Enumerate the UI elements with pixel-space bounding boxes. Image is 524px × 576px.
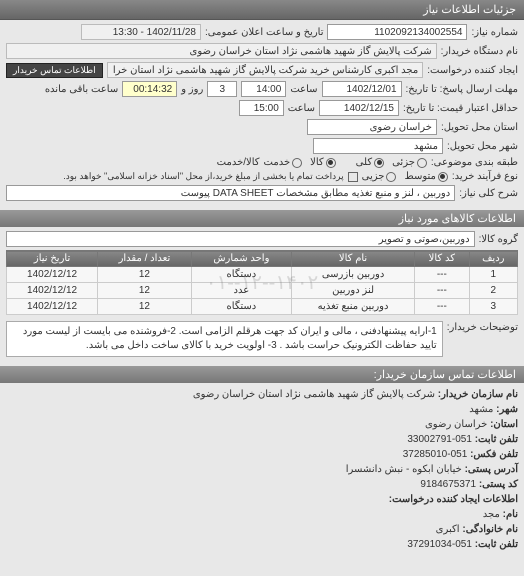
deadline-date-field: 1402/12/01: [322, 81, 402, 97]
time-left-suffix: ساعت باقی مانده: [45, 84, 118, 95]
delivery-prov-field: خراسان رضوی: [307, 119, 437, 135]
radio-partial-label: جزئی: [392, 157, 415, 168]
radio-partial[interactable]: جزئی: [392, 157, 427, 168]
phone-value: 051-37291034: [407, 539, 472, 550]
table-row: 2 --- لنز دوربین عدد 12 1402/12/12: [7, 283, 518, 299]
prov-value: خراسان رضوی: [425, 419, 487, 430]
delivery-city-field: مشهد: [313, 138, 443, 154]
delivery-prov-label: استان محل تحویل:: [441, 122, 518, 133]
city-value: مشهد: [469, 404, 493, 415]
prov-label: استان:: [490, 419, 518, 430]
addr-label: آدرس پستی:: [465, 464, 518, 475]
announce-field: 1402/11/28 - 13:30: [81, 24, 201, 40]
radio-goods[interactable]: کالا: [310, 157, 336, 168]
partial-label: طبقه بندی موضوعی:: [431, 157, 518, 168]
desc-label: شرح کلی نیاز:: [459, 188, 518, 199]
announce-label: تاریخ و ساعت اعلان عمومی:: [205, 27, 324, 38]
payment-type-label: نوع فرآیند خرید:: [452, 171, 518, 182]
radio-goods-label: کالا: [310, 157, 324, 168]
requester-label: ایجاد کننده درخواست:: [427, 65, 518, 76]
city-label: شهر:: [496, 404, 518, 415]
radio-payment-partial-label: جزیی: [362, 171, 385, 182]
contact-section: نام سازمان خریدار: شرکت پالایش گاز شهید …: [0, 383, 524, 556]
buyer-note-label: توضیحات خریدار:: [447, 319, 518, 333]
col-row: ردیف: [469, 251, 517, 267]
fax-label: تلفن فکس:: [470, 449, 518, 460]
table-row: 3 --- دوربین منبع تغذیه دستگاه 12 1402/1…: [7, 299, 518, 315]
radio-total[interactable]: کلی: [356, 157, 384, 168]
post-value: 9184675371: [420, 479, 476, 490]
post-label: کد پستی:: [479, 479, 518, 490]
col-date: تاریخ نیاز: [7, 251, 98, 267]
payment-note: پرداخت تمام یا بخشی از مبلغ خرید،از محل …: [63, 171, 343, 182]
validity-label: حداقل اعتبار قیمت: تا تاریخ:: [403, 103, 518, 114]
addr-value: خیابان ابکوه - نبش دانشسرا: [346, 464, 462, 475]
need-no-label: شماره نیاز:: [471, 27, 518, 38]
buyer-org-field: شرکت پالایش گاز شهید هاشمی نژاد استان خر…: [6, 43, 437, 59]
group-field: دوربین،صوتی و تصویر: [6, 231, 475, 247]
req-creator-label: اطلاعات ایجاد کننده درخواست:: [389, 494, 518, 505]
days-left-field: 3: [207, 81, 237, 97]
delivery-city-label: شهر محل تحویل:: [447, 141, 518, 152]
name-label: نام:: [503, 509, 518, 520]
radio-payment-mid[interactable]: متوسط: [404, 171, 447, 182]
buyer-note-box: 1-ارایه پیشنهادفنی ، مالی و ایران کد جهت…: [6, 321, 443, 357]
radio-payment-partial[interactable]: جزیی: [362, 171, 397, 182]
radio-service-label: خدمت: [264, 157, 291, 168]
requester-field: مجد اکبری کارشناس خرید شرکت پالایش گاز ش…: [107, 62, 424, 78]
deadline-label: مهلت ارسال پاسخ: تا تاریخ:: [406, 84, 518, 95]
tel-label: تلفن ثابت:: [475, 434, 518, 445]
radio-payment-mid-label: متوسط: [404, 171, 435, 182]
radio-service[interactable]: خدمت: [264, 157, 303, 168]
need-no-field: 1102092134002554: [327, 24, 467, 40]
org-label: نام سازمان خریدار:: [438, 389, 518, 400]
col-name: نام کالا: [292, 251, 415, 267]
col-unit: واحد شمارش: [191, 251, 291, 267]
unit-label: کالا/خدمت: [217, 157, 260, 168]
name-value: مجد: [483, 509, 500, 520]
page-header: جزئیات اطلاعات نیاز: [0, 0, 524, 20]
form-area: شماره نیاز: 1102092134002554 تاریخ و ساع…: [0, 20, 524, 208]
items-table: ردیف کد کالا نام کالا واحد شمارش تعداد /…: [6, 250, 518, 315]
days-left-suffix: روز و: [181, 84, 203, 95]
col-qty: تعداد / مقدار: [98, 251, 192, 267]
desc-field: دوربین ، لنز و منبع تغذیه مطابق مشخصات D…: [6, 185, 455, 201]
fax-value: 051-37285010: [403, 449, 468, 460]
items-section-title: اطلاعات کالاهای مورد نیاز: [0, 210, 524, 227]
org-value: شرکت پالایش گاز شهید هاشمی نژاد استان خر…: [193, 389, 435, 400]
table-row: 1 --- دوربین بازرسی دستگاه 12 1402/12/12: [7, 267, 518, 283]
radio-total-label: کلی: [356, 157, 372, 168]
group-label: گروه کالا:: [479, 234, 518, 245]
time-label-2: ساعت: [288, 103, 315, 114]
deadline-time-field: 14:00: [241, 81, 286, 97]
contact-section-title: اطلاعات تماس سازمان خریدار:: [0, 366, 524, 383]
treasury-checkbox[interactable]: [348, 172, 358, 182]
tel-value: 051-33002791: [407, 434, 472, 445]
page-title: جزئیات اطلاعات نیاز: [423, 4, 516, 16]
buyer-org-label: نام دستگاه خریدار:: [441, 46, 518, 57]
col-code: کد کالا: [415, 251, 469, 267]
time-label-1: ساعت: [290, 84, 317, 95]
validity-time-field: 15:00: [239, 100, 284, 116]
time-left-field: 00:14:32: [122, 81, 177, 97]
buyer-contact-button[interactable]: اطلاعات تماس خریدار: [6, 63, 103, 78]
validity-date-field: 1402/12/15: [319, 100, 399, 116]
lname-value: اکبری: [436, 524, 460, 535]
phone-label: تلفن ثابت:: [475, 539, 518, 550]
lname-label: نام خانوادگی:: [462, 524, 518, 535]
